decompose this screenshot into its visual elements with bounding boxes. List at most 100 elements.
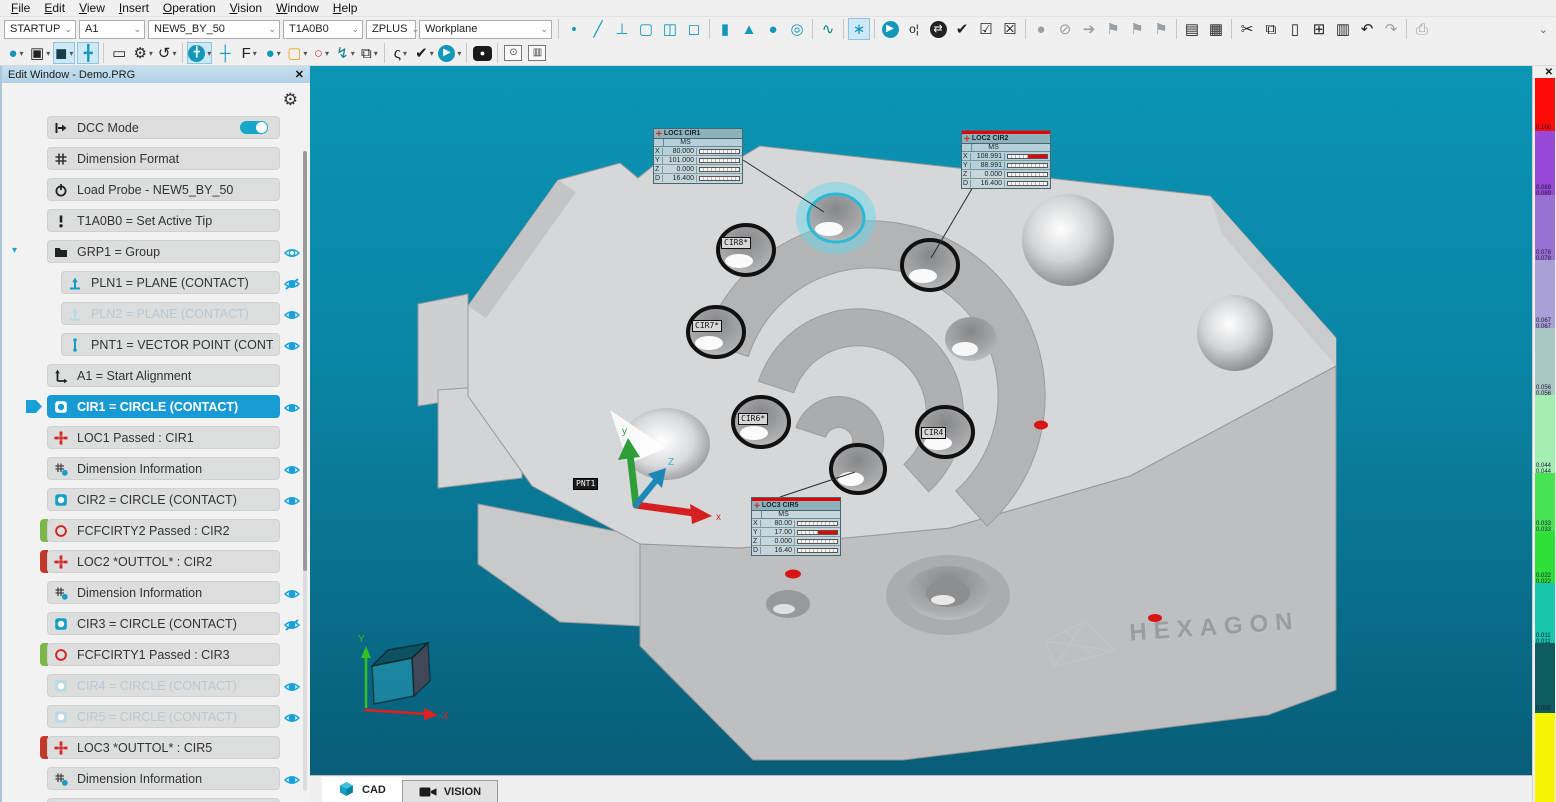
workplane-select[interactable]: ZPLUS⌄ <box>366 20 416 39</box>
command-row-loc1[interactable]: LOC1 Passed : CIR1 <box>47 426 280 449</box>
mark-done-button[interactable]: ✔▾ <box>413 42 435 64</box>
orientation-cube[interactable]: Y X <box>358 634 449 722</box>
eye-slash-icon[interactable] <box>284 618 300 630</box>
command-row-cir2[interactable]: CIR2 = CIRCLE (CONTACT) <box>47 488 280 511</box>
chevron-down-icon[interactable]: ▾ <box>374 49 378 58</box>
chevron-down-icon[interactable]: ▾ <box>351 49 355 58</box>
chevron-down-icon[interactable]: ⌄ <box>133 24 141 35</box>
move-machine-button[interactable]: ╋▾ <box>187 42 212 64</box>
hole-plain[interactable] <box>945 317 997 361</box>
redo-button[interactable]: ↷ <box>1380 18 1402 40</box>
quickstart-button[interactable]: ↯▾ <box>334 42 356 64</box>
stop-button[interactable]: ● <box>1030 18 1052 40</box>
report-pass-button[interactable]: ☑ <box>975 18 997 40</box>
eye-icon[interactable] <box>284 401 300 413</box>
program-select[interactable]: STARTUP⌄ <box>4 20 76 39</box>
execute-program-button[interactable]: ▶ <box>879 18 901 40</box>
command-row-grp1[interactable]: GRP1 = Group <box>47 240 280 263</box>
point-feature-button[interactable]: • <box>563 18 585 40</box>
feature-tag-cir6[interactable]: CIR6* <box>738 413 768 425</box>
torus-feature-button[interactable]: ◎ <box>786 18 808 40</box>
chevron-down-icon[interactable]: ⌄ <box>351 24 359 35</box>
hole-cir5-target[interactable] <box>831 445 885 493</box>
command-row-a1[interactable]: A1 = Start Alignment <box>47 364 280 387</box>
command-row-dimension[interactable]: Dimension Format <box>47 147 280 170</box>
probe-readout-button[interactable]: ⊙ <box>502 42 524 64</box>
undo-button[interactable]: ↶ <box>1356 18 1378 40</box>
tab-cad[interactable]: CAD <box>322 777 402 802</box>
command-row-cir1[interactable]: CIR1 = CIRCLE (CONTACT) <box>47 395 280 418</box>
execute-mini-button[interactable]: ▶▾ <box>437 42 462 64</box>
command-row-loc2[interactable]: LOC2 *OUTTOL* : CIR2 <box>47 550 280 573</box>
chevron-down-icon[interactable]: ▾ <box>20 49 24 58</box>
no-entry-button[interactable]: ⊘ <box>1054 18 1076 40</box>
view-shaded-button[interactable]: ◼▾ <box>53 42 75 64</box>
bookmark-button[interactable]: ⚑ <box>1102 18 1124 40</box>
chevron-down-icon[interactable]: ▾ <box>457 49 461 58</box>
measurement-label-loc3[interactable]: ✛LOC3 CIR5MSX80.00Y17.00Z0.000D16.40 <box>751 497 841 556</box>
feature-pin-button[interactable]: F▾ <box>238 42 260 64</box>
cad-model[interactable]: HEXAGON HEXAGON x y Z <box>310 66 1532 775</box>
measure-strategy-button[interactable]: ς▾ <box>389 42 411 64</box>
bookmark-goto-button[interactable]: ⚑ <box>1126 18 1148 40</box>
circle-feature-button[interactable]: ▢ <box>635 18 657 40</box>
eye-icon[interactable] <box>284 680 300 692</box>
command-row-cir4[interactable]: CIR4 = CIRCLE (CONTACT) <box>47 674 280 697</box>
rotate-view-button[interactable]: ↺▾ <box>156 42 178 64</box>
jog-probe-button[interactable]: ┼ <box>214 42 236 64</box>
view-iso-button[interactable]: ▣▾ <box>29 42 51 64</box>
chevron-down-icon[interactable]: ▾ <box>46 49 50 58</box>
command-row-dimension[interactable]: Dimension Information <box>47 457 280 480</box>
execute-from-cursor-button[interactable]: o¦ <box>903 18 925 40</box>
line-feature-button[interactable]: ╱ <box>587 18 609 40</box>
chevron-down-icon[interactable]: ⌄ <box>540 24 548 35</box>
plane-feature-button[interactable]: ⊥ <box>611 18 633 40</box>
eye-icon[interactable] <box>284 587 300 599</box>
probe-select[interactable]: NEW5_BY_50⌄ <box>148 20 280 39</box>
command-row-cir5[interactable]: CIR5 = CIRCLE (CONTACT) <box>47 705 280 728</box>
pattern-copy-button[interactable]: ⧉▾ <box>358 42 380 64</box>
tip-select[interactable]: T1A0B0⌄ <box>283 20 363 39</box>
measurement-label-loc1[interactable]: ✛LOC1 CIR1MSX80.000Y101.000Z0.000D16.400 <box>653 128 743 184</box>
feature-tag-cir7[interactable]: CIR7* <box>692 320 722 332</box>
status-window-button[interactable]: ▥ <box>526 42 548 64</box>
paste-button[interactable]: ▯ <box>1284 18 1306 40</box>
command-row-dimension[interactable]: Dimension Information <box>47 767 280 790</box>
command-row-loc3[interactable]: LOC3 *OUTTOL* : CIR5 <box>47 736 280 759</box>
menu-help[interactable]: Help <box>326 1 365 15</box>
sphere-recess-large[interactable] <box>1022 194 1114 286</box>
paste-special-button[interactable]: ⊞ <box>1308 18 1330 40</box>
sphere-recess-right[interactable] <box>1197 295 1273 371</box>
curve-feature-button[interactable]: ∿ <box>817 18 839 40</box>
command-row-t1a0b0[interactable]: T1A0B0 = Set Active Tip <box>47 209 280 232</box>
chevron-down-icon[interactable]: ▾ <box>303 49 307 58</box>
chevron-down-icon[interactable]: ▾ <box>69 49 73 58</box>
snapshot-camera-button[interactable]: ● <box>471 42 493 64</box>
hole-cir8[interactable] <box>718 225 774 275</box>
command-row-pln2[interactable]: PLN2 = PLANE (CONTACT) <box>61 302 280 325</box>
square-feature-button[interactable]: ◻ <box>683 18 705 40</box>
gear-icon[interactable]: ⚙ <box>283 90 298 110</box>
group-expander-icon[interactable]: ▾ <box>12 245 17 256</box>
chevron-down-icon[interactable]: ▾ <box>277 49 281 58</box>
hole-front-small[interactable] <box>766 590 810 618</box>
command-row-dimension[interactable]: Dimension Information <box>47 581 280 604</box>
eye-icon[interactable] <box>284 339 300 351</box>
report-window-button[interactable]: ▦ <box>1205 18 1227 40</box>
chevron-down-icon[interactable]: ⌄ <box>64 24 72 35</box>
chevron-down-icon[interactable]: ▾ <box>253 49 257 58</box>
copy-button[interactable]: ⧉ <box>1260 18 1282 40</box>
cut-button[interactable]: ✂ <box>1236 18 1258 40</box>
auto-feature-button[interactable]: ∗ <box>848 18 870 40</box>
circle-tool-button[interactable]: ○▾ <box>310 42 332 64</box>
cad-viewport[interactable]: HEXAGON HEXAGON x y Z <box>310 66 1532 775</box>
hole-cir1-selected[interactable] <box>802 188 870 248</box>
go-to-button[interactable]: ➔ <box>1078 18 1100 40</box>
slot-feature-button[interactable]: ◫ <box>659 18 681 40</box>
print-button[interactable]: ⎙ <box>1411 18 1433 40</box>
summary-grid-button[interactable]: ▥ <box>1332 18 1354 40</box>
eye-icon[interactable] <box>284 246 300 258</box>
eye-icon[interactable] <box>284 463 300 475</box>
command-row-cir3[interactable]: CIR3 = CIRCLE (CONTACT) <box>47 612 280 635</box>
counterbore-front[interactable] <box>886 555 1010 635</box>
